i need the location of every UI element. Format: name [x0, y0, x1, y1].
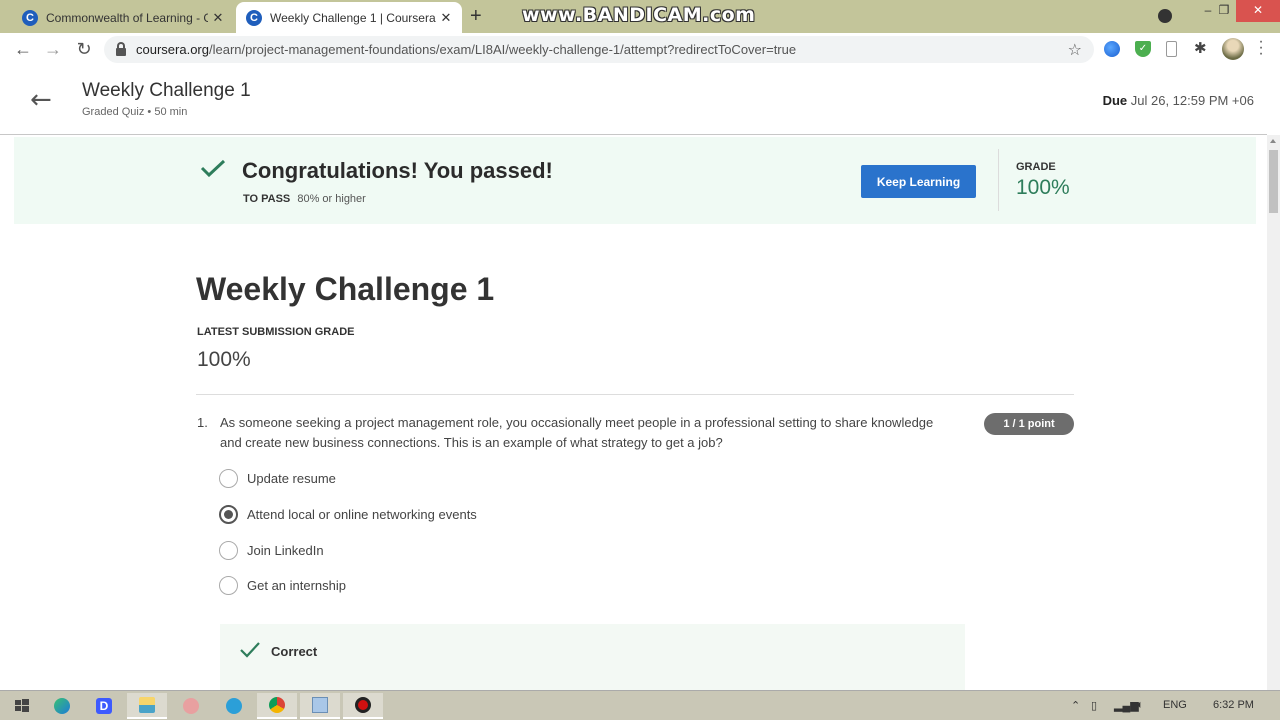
start-button[interactable] [2, 693, 42, 719]
new-tab-button[interactable]: + [470, 5, 482, 28]
option-label: Get an internship [247, 577, 347, 593]
radio-button[interactable] [219, 540, 238, 560]
tab-search-icon[interactable] [1158, 9, 1172, 23]
scroll-thumb[interactable] [1269, 150, 1278, 213]
taskbar-file-explorer[interactable] [127, 693, 167, 719]
extension-globe-icon[interactable] [1104, 41, 1120, 57]
quiz-header: ← Weekly Challenge 1 Graded Quiz • 50 mi… [0, 66, 1267, 135]
back-arrow-icon[interactable]: ← [30, 87, 52, 113]
record-icon [355, 697, 371, 713]
coursera-favicon-icon: C [246, 9, 262, 26]
check-icon [200, 159, 226, 177]
option-label: Attend local or online networking events [247, 506, 477, 522]
browser-tab-bar: C Commonwealth of Learning - Go ✕ C Week… [0, 0, 1280, 33]
header-subtitle: Graded Quiz • 50 min [82, 106, 188, 118]
telegram-icon [226, 698, 242, 714]
tab-commonwealth[interactable]: C Commonwealth of Learning - Go ✕ [12, 2, 234, 33]
pass-requirement: TO PASS 80% or higher [243, 193, 366, 205]
extension-device-icon[interactable] [1166, 41, 1177, 57]
taskbar-app-d[interactable]: D [84, 693, 124, 719]
scroll-up-icon[interactable] [1270, 139, 1276, 143]
network-signal-icon[interactable]: ▂▄▆ [1114, 699, 1139, 712]
close-tab-icon[interactable]: ✕ [208, 10, 228, 26]
app-d-icon: D [96, 698, 112, 714]
paint-icon [183, 698, 199, 714]
feedback-box: Correct [220, 624, 965, 690]
option-networking-events[interactable]: Attend local or online networking events [219, 504, 477, 524]
question-number: 1. [197, 415, 208, 430]
lock-icon [116, 41, 126, 56]
extension-shield-icon[interactable]: ✓ [1135, 41, 1151, 57]
bandicam-watermark: www.BANDICAM.com [522, 4, 756, 26]
extensions-puzzle-icon[interactable]: ✱ [1194, 41, 1210, 57]
screen: C Commonwealth of Learning - Go ✕ C Week… [0, 0, 1280, 720]
due-date: Due Jul 26, 12:59 PM +06 [1102, 93, 1254, 108]
taskbar-bandicam[interactable] [343, 693, 383, 719]
pass-title: Congratulations! You passed! [242, 158, 553, 183]
latest-grade-label: LATEST SUBMISSION GRADE [197, 326, 355, 338]
taskbar-paint[interactable] [171, 693, 211, 719]
check-icon [240, 642, 260, 658]
address-bar[interactable]: coursera.org/learn/project-management-fo… [104, 36, 1094, 63]
taskbar-telegram[interactable] [214, 693, 254, 719]
radio-button-selected[interactable] [219, 504, 238, 524]
feedback-text: Correct [271, 644, 318, 659]
edge-icon [54, 698, 70, 714]
divider [196, 394, 1074, 395]
grade-value: 100% [1016, 176, 1070, 199]
windows-logo-icon [15, 699, 29, 712]
notepad-icon [312, 697, 328, 713]
banner-divider [998, 149, 999, 211]
header-title: Weekly Challenge 1 [82, 80, 251, 101]
volume-icon[interactable]: 🔈︎ [1137, 699, 1144, 712]
forward-nav-icon[interactable]: → [41, 37, 65, 61]
tray-expand-icon[interactable]: ⌃ [1071, 699, 1080, 712]
close-tab-icon[interactable]: ✕ [436, 10, 456, 26]
page-scrollbar[interactable] [1267, 135, 1280, 690]
chrome-icon [269, 697, 285, 713]
clock[interactable]: 6:32 PM [1213, 699, 1254, 711]
back-nav-icon[interactable]: ← [11, 37, 35, 61]
folder-icon [139, 697, 155, 713]
battery-icon[interactable]: ▯ [1091, 699, 1097, 712]
bookmark-star-icon[interactable]: ☆ [1068, 40, 1082, 60]
reload-icon[interactable]: ↻ [72, 37, 96, 61]
windows-taskbar: D ⌃ ▯ ▂▄▆ 🔈︎ ENG 6:32 PM [0, 690, 1280, 720]
option-label: Join LinkedIn [247, 542, 324, 558]
radio-button[interactable] [219, 575, 238, 595]
keep-learning-button[interactable]: Keep Learning [861, 165, 976, 198]
close-window-button[interactable]: ✕ [1236, 0, 1280, 22]
coursera-page: ← Weekly Challenge 1 Graded Quiz • 50 mi… [0, 66, 1267, 690]
pass-banner: Congratulations! You passed! TO PASS 80%… [14, 137, 1256, 224]
browser-menu-icon[interactable]: · · · [1256, 34, 1266, 62]
taskbar-edge[interactable] [42, 693, 82, 719]
coursera-favicon-icon: C [22, 9, 38, 26]
profile-avatar[interactable] [1222, 38, 1244, 60]
option-join-linkedin[interactable]: Join LinkedIn [219, 540, 324, 560]
quiz-title: Weekly Challenge 1 [196, 271, 495, 307]
taskbar-chrome[interactable] [257, 693, 297, 719]
browser-toolbar: ← → ↻ coursera.org/learn/project-managem… [0, 33, 1280, 66]
tab-title: Weekly Challenge 1 | Coursera [270, 10, 436, 25]
radio-button[interactable] [219, 468, 238, 488]
tab-weekly-challenge[interactable]: C Weekly Challenge 1 | Coursera ✕ [236, 2, 462, 33]
url-text[interactable]: coursera.org/learn/project-management-fo… [136, 42, 796, 57]
grade-label: GRADE [1016, 161, 1056, 173]
latest-grade-value: 100% [197, 348, 251, 371]
option-label: Update resume [247, 470, 336, 486]
taskbar-notepad[interactable] [300, 693, 340, 719]
question-text: As someone seeking a project management … [220, 415, 934, 450]
option-update-resume[interactable]: Update resume [219, 468, 336, 488]
tab-title: Commonwealth of Learning - Go [46, 10, 208, 25]
points-badge: 1 / 1 point [984, 413, 1074, 435]
language-indicator[interactable]: ENG [1163, 699, 1187, 711]
option-internship[interactable]: Get an internship [219, 575, 346, 595]
